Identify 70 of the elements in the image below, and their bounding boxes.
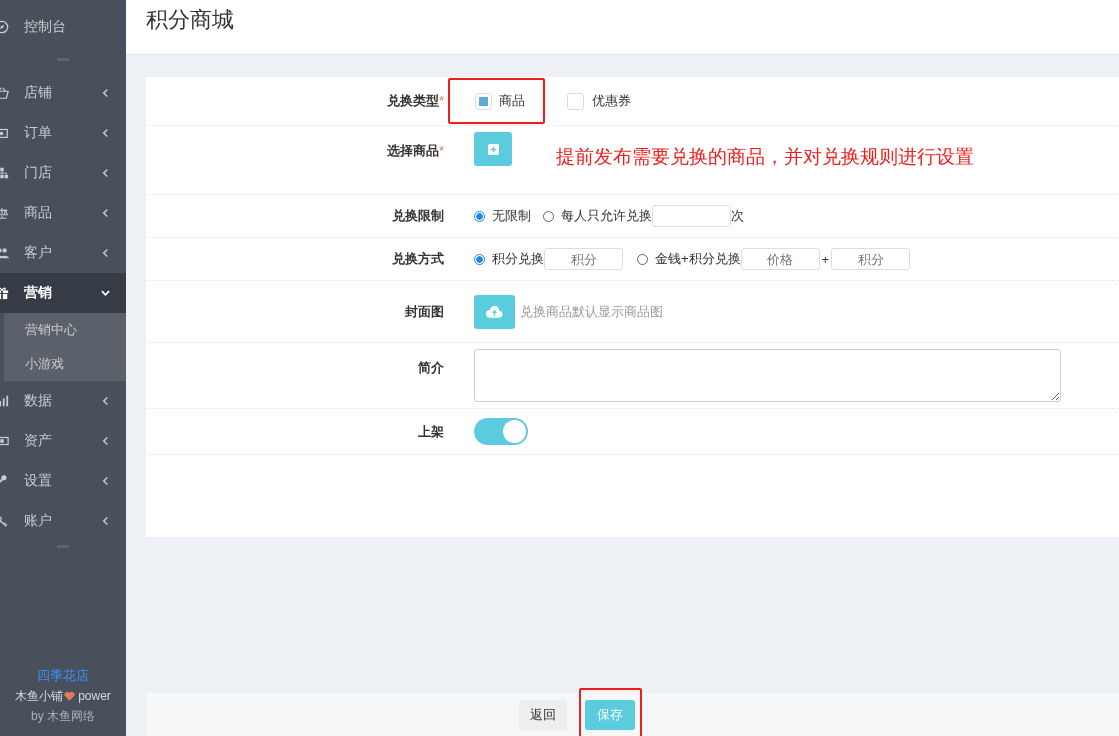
heart-icon xyxy=(64,691,76,701)
sidebar-item-label: 数据 xyxy=(24,392,53,410)
back-button[interactable]: 返回 xyxy=(519,699,567,730)
chevron-icon xyxy=(101,396,110,406)
sidebar-item-label: 订单 xyxy=(24,124,53,142)
cloud-upload-icon xyxy=(486,305,503,318)
annotation-text: 提前发布需要兑换的商品，并对兑换规则进行设置 xyxy=(556,145,974,169)
chevron-icon xyxy=(101,436,110,446)
radio-label: 每人只允许兑换 xyxy=(561,207,652,225)
price-input[interactable]: 价格 xyxy=(740,248,820,270)
field-label: 上架 xyxy=(418,422,444,441)
count-input[interactable] xyxy=(652,205,731,227)
upload-button[interactable] xyxy=(474,294,515,329)
sidebar-item[interactable]: 营销 xyxy=(0,273,126,313)
sidebar-item[interactable]: 设置 xyxy=(0,461,126,501)
company-credit: by 木鱼网络 xyxy=(30,708,96,725)
sidebar-item[interactable]: 商品 xyxy=(0,193,126,233)
power-text: power xyxy=(78,688,111,705)
chevron-icon xyxy=(101,476,110,486)
radio-button[interactable] xyxy=(474,253,485,265)
radio-label: 无限制 xyxy=(492,207,531,225)
sidebar-item-label: 门店 xyxy=(24,164,53,182)
page-title: 积分商城 xyxy=(146,6,234,34)
radio-label: 积分兑换 xyxy=(492,250,544,268)
toggle-switch[interactable] xyxy=(474,418,528,445)
chevron-icon xyxy=(101,288,110,298)
sidebar-item[interactable]: 客户 xyxy=(0,233,126,273)
points-input[interactable]: 积分 xyxy=(831,248,911,270)
field-label: 封面图 xyxy=(405,302,444,321)
chevron-icon xyxy=(101,516,110,526)
radio-button[interactable] xyxy=(474,210,485,222)
checkbox-label: 商品 xyxy=(499,92,525,110)
sidebar-item-label: 设置 xyxy=(24,472,53,490)
sidebar-item[interactable]: 店铺 xyxy=(0,73,126,113)
field-label: 兑换限制 xyxy=(392,207,444,225)
sidebar-item[interactable]: 控制台 xyxy=(0,0,126,54)
plus-sign: + xyxy=(821,251,830,267)
submenu-item[interactable]: 小游戏 xyxy=(4,347,126,381)
chevron-icon xyxy=(101,208,110,218)
sidebar-item[interactable]: 资产 xyxy=(0,421,126,461)
points-input[interactable]: 积分 xyxy=(544,248,623,270)
plus-icon xyxy=(487,143,499,155)
sidebar-item[interactable]: 门店 xyxy=(0,153,126,193)
sidebar-item-label: 营销 xyxy=(24,284,53,302)
chevron-icon xyxy=(101,168,110,178)
radio-label: 金钱+积分兑换 xyxy=(655,250,741,268)
brand-text: 木鱼小铺 xyxy=(15,688,64,705)
chevron-icon xyxy=(101,248,110,258)
sidebar-item-label: 客户 xyxy=(24,244,53,262)
sidebar-item-label: 商品 xyxy=(24,204,53,222)
checkbox-label: 优惠券 xyxy=(592,92,631,110)
field-label: 兑换方式 xyxy=(392,250,444,268)
sidebar-item-label: 店铺 xyxy=(24,84,53,102)
sidebar-item[interactable]: 账户 xyxy=(0,501,126,541)
sidebar-item[interactable]: 数据 xyxy=(0,381,126,421)
add-button[interactable] xyxy=(474,132,512,166)
sidebar-item-label: 资产 xyxy=(24,432,53,450)
field-label: 选择商品* xyxy=(386,142,444,160)
field-label: 简介 xyxy=(418,359,444,377)
unit-text: 次 xyxy=(731,207,744,225)
sidebar-item-label: 账户 xyxy=(24,512,53,530)
submenu-item[interactable]: 营销中心 xyxy=(4,313,126,347)
sidebar-item[interactable]: 订单 xyxy=(0,113,126,153)
sidebar-item-label: 控制台 xyxy=(24,18,67,36)
hint-text: 兑换商品默认显示商品图 xyxy=(520,302,663,321)
intro-textarea[interactable] xyxy=(474,349,1061,402)
chevron-icon xyxy=(101,128,110,138)
checkbox[interactable] xyxy=(567,92,584,110)
chevron-icon xyxy=(101,88,110,98)
field-label: 兑换类型* xyxy=(386,92,444,110)
